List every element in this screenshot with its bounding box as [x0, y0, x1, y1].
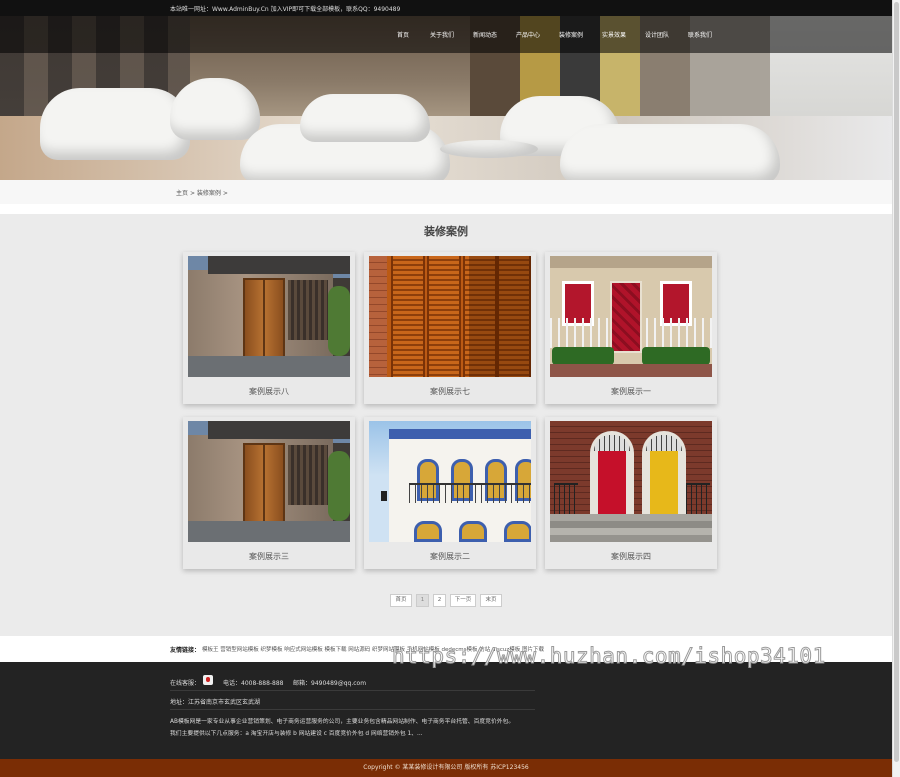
divider	[0, 204, 892, 214]
banner-chair	[300, 94, 430, 142]
case-card[interactable]: 案例展示三	[183, 417, 355, 569]
footer-address: 地址：江苏省南京市玄武区玄武湖	[170, 699, 261, 706]
breadcrumb-current-link[interactable]: 装修案例	[197, 190, 221, 197]
footer-service-label: 在线客服：	[170, 680, 201, 687]
case-card[interactable]: 案例展示七	[364, 252, 536, 404]
case-caption[interactable]: 案例展示一	[545, 386, 717, 397]
footer-divider	[170, 690, 535, 691]
nav-item-news[interactable]: 新闻动态	[473, 30, 497, 39]
footer-description: 我们主要提供以下几点服务：a 淘宝开店与装修 b 网站建设 c 百度竞价外包 d…	[170, 731, 423, 737]
case-card[interactable]: 案例展示八	[183, 252, 355, 404]
footer-description: AB模板网是一家专业从事企业营销策划、电子商务运营服务的公司，主要业务包含精品网…	[170, 719, 515, 725]
banner-chair	[170, 78, 260, 140]
breadcrumb-separator: >	[189, 190, 195, 197]
footer-divider	[170, 709, 535, 710]
case-card[interactable]: 案例展示二	[364, 417, 536, 569]
pager-last-button[interactable]: 末页	[480, 594, 502, 607]
nav-item-team[interactable]: 设计团队	[645, 30, 669, 39]
page-title: 装修案例	[424, 225, 468, 238]
copyright-bar: Copyright © 某某装修设计有限公司 版权所有 苏ICP123456	[0, 759, 892, 777]
case-image-wooden-door-cabin[interactable]	[188, 256, 350, 377]
main-nav: 首页 关于我们 新闻动态 产品中心 装修案例 实景效果 设计团队 联系我们	[0, 16, 892, 53]
pager-next-button[interactable]: 下一页	[450, 594, 476, 607]
case-caption[interactable]: 案例展示八	[183, 386, 355, 397]
case-caption[interactable]: 案例展示二	[364, 551, 536, 562]
vertical-scrollbar[interactable]	[892, 0, 900, 777]
qq-chat-icon[interactable]	[203, 675, 213, 685]
case-caption[interactable]: 案例展示三	[183, 551, 355, 562]
breadcrumb-separator: >	[222, 190, 228, 197]
case-caption[interactable]: 案例展示四	[545, 551, 717, 562]
nav-item-cases[interactable]: 装修案例	[559, 30, 583, 39]
top-notice-bar: 本站唯一网址：Www.AdminBuy.Cn 加入VIP即可下载全部模板，联系Q…	[0, 0, 892, 16]
footer-email[interactable]: 邮箱：9490489@qq.com	[293, 678, 366, 687]
pager-page-1[interactable]: 1	[416, 594, 429, 607]
case-caption[interactable]: 案例展示七	[364, 386, 536, 397]
case-image-orange-shutters[interactable]	[369, 256, 531, 377]
banner-chair	[40, 88, 190, 160]
case-card[interactable]: 案例展示一	[545, 252, 717, 404]
top-notice-text: 本站唯一网址：Www.AdminBuy.Cn 加入VIP即可下载全部模板，联系Q…	[170, 6, 401, 13]
watermark: https://www.huzhan.com/ishop34101	[392, 644, 826, 669]
hero-banner: 首页 关于我们 新闻动态 产品中心 装修案例 实景效果 设计团队 联系我们	[0, 16, 892, 180]
footer-phone: 电话：4008-888-888	[223, 680, 284, 687]
breadcrumb-trail: 主页 > 装修案例 >	[176, 188, 228, 197]
pager-page-2[interactable]: 2	[433, 594, 446, 607]
banner-chair	[560, 124, 780, 180]
nav-item-effects[interactable]: 实景效果	[602, 30, 626, 39]
nav-item-contact[interactable]: 联系我们	[688, 30, 712, 39]
nav-item-about[interactable]: 关于我们	[430, 30, 454, 39]
breadcrumb: 主页 > 装修案例 >	[0, 180, 892, 204]
page: 本站唯一网址：Www.AdminBuy.Cn 加入VIP即可下载全部模板，联系Q…	[0, 0, 892, 777]
case-card[interactable]: 案例展示四	[545, 417, 717, 569]
footer: 在线客服： 电话：4008-888-888 邮箱：9490489@qq.com …	[0, 662, 892, 759]
case-image-wooden-door-cabin[interactable]	[188, 421, 350, 542]
friend-links-label: 友情链接：	[170, 647, 201, 654]
case-image-colonial-balcony-house[interactable]	[369, 421, 531, 542]
case-image-red-yellow-doors[interactable]	[550, 421, 712, 542]
nav-item-products[interactable]: 产品中心	[516, 30, 540, 39]
case-image-red-door-brick-house[interactable]	[550, 256, 712, 377]
scrollbar-thumb[interactable]	[894, 2, 899, 762]
banner-table	[440, 140, 538, 158]
pager-first-button[interactable]: 首页	[390, 594, 412, 607]
nav-item-home[interactable]: 首页	[397, 30, 409, 39]
pagination: 首页 1 2 下一页 末页	[0, 594, 892, 608]
breadcrumb-home-link[interactable]: 主页	[176, 190, 188, 197]
